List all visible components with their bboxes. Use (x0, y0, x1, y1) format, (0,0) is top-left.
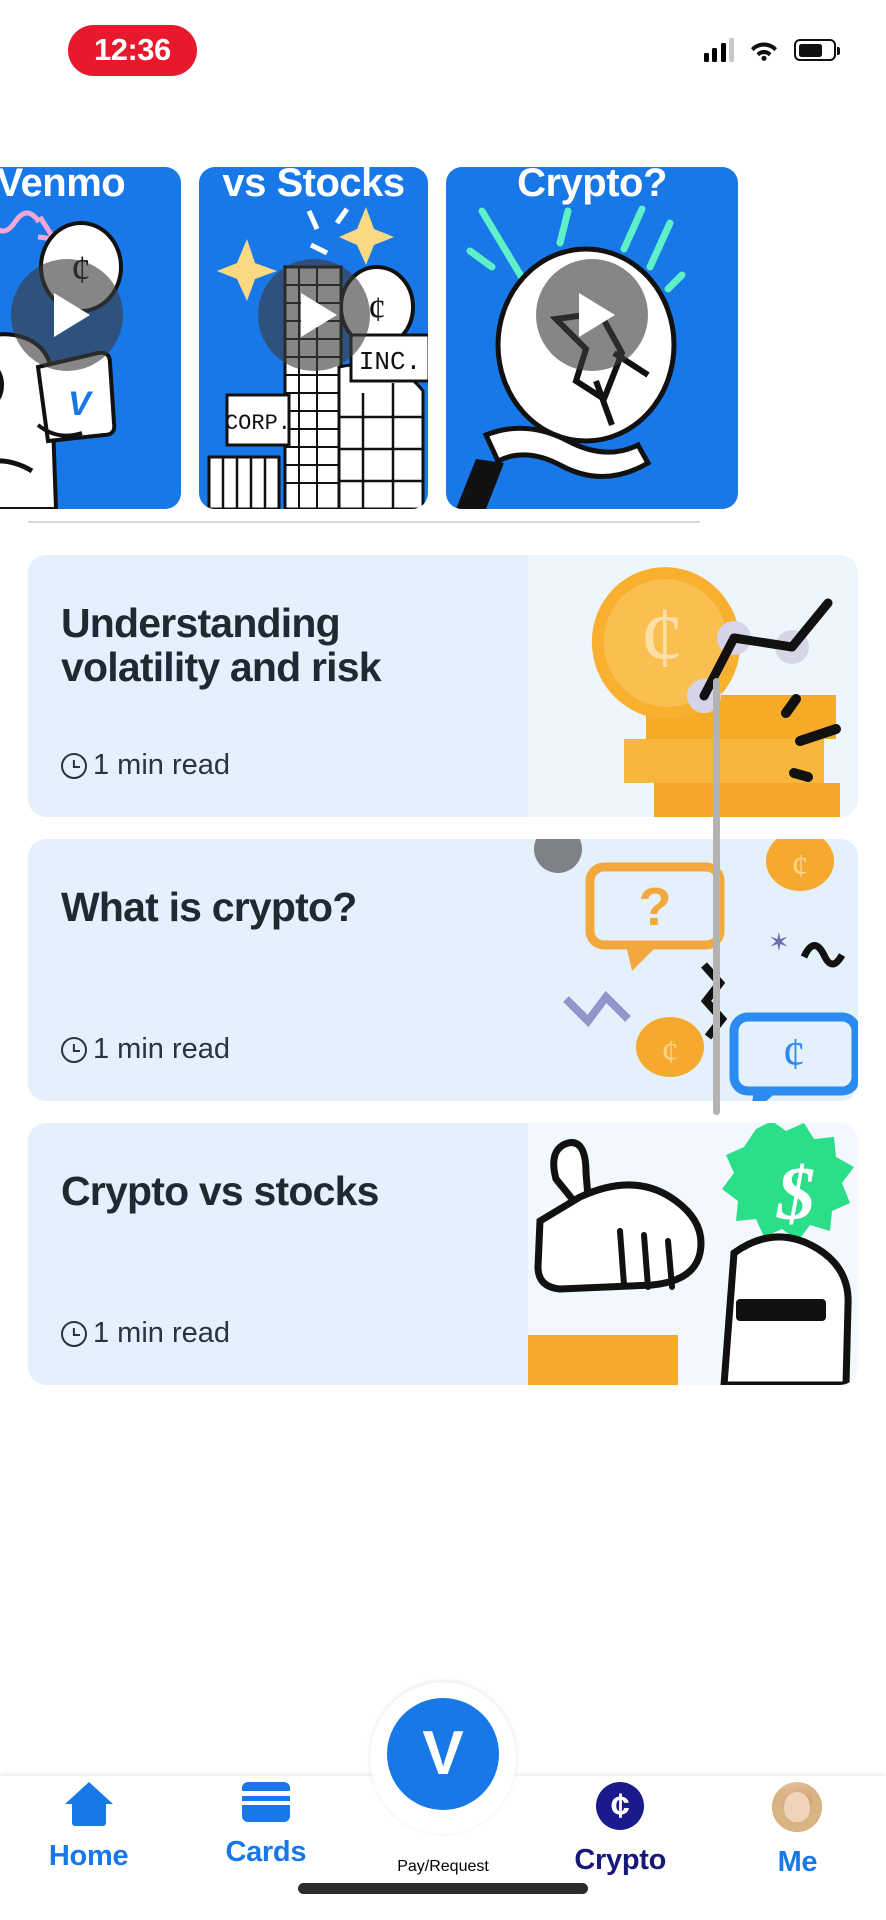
article-art-crypto-vs-stocks: $ (528, 1123, 858, 1385)
svg-text:¢: ¢ (640, 590, 684, 687)
article-list: ¢ Understanding volatility and risk 1 mi… (0, 555, 886, 1407)
article-read-time: 1 min read (93, 1033, 231, 1065)
battery-icon (794, 39, 840, 61)
article-title: What is crypto? (61, 884, 357, 930)
tab-me[interactable]: Me (709, 1782, 886, 1879)
article-art-volatility: ¢ (528, 555, 858, 817)
play-icon[interactable] (10, 259, 123, 371)
svg-text:¢: ¢ (368, 289, 386, 329)
card-icon (241, 1782, 290, 1822)
article-read-time: 1 min read (93, 1317, 231, 1349)
play-icon[interactable] (536, 259, 648, 371)
article-art-whatis-crypto: ? ¢ ✶ ¢ ¢ (528, 839, 858, 1101)
article-card[interactable]: $ Crypto vs stocks 1 min read (28, 1123, 858, 1385)
clock-icon (61, 752, 87, 779)
video-card-title: vs Stocks (222, 167, 405, 205)
status-icons (703, 38, 840, 62)
section-divider (28, 521, 700, 523)
article-meta: 1 min read (61, 749, 230, 782)
play-icon[interactable] (257, 259, 370, 371)
svg-text:¢: ¢ (783, 1028, 806, 1079)
tab-list: Home Cards Pay/Request ¢ Crypto Me (0, 1776, 886, 1920)
cellular-signal-icon (703, 38, 734, 62)
article-title: Crypto vs stocks (61, 1168, 379, 1214)
vertical-scrollbar[interactable] (713, 678, 720, 1115)
video-card[interactable]: ¢ V n Venmo (0, 167, 181, 509)
tab-home[interactable]: Home (0, 1782, 177, 1873)
tab-label: Pay/Request (397, 1858, 489, 1875)
article-card[interactable]: ¢ Understanding volatility and risk 1 mi… (28, 555, 858, 817)
article-card[interactable]: ? ¢ ✶ ¢ ¢ What is crypto? 1 min read (28, 839, 858, 1101)
clock-icon (61, 1320, 87, 1347)
tab-pay-request[interactable]: Pay/Request (354, 1782, 531, 1920)
tab-cards[interactable]: Cards (177, 1782, 354, 1869)
svg-text:✶: ✶ (768, 927, 790, 957)
avatar (772, 1782, 823, 1832)
bottom-tab-bar: V Home Cards Pay/Request ¢ Crypto Me (0, 1378, 886, 1920)
home-icon (64, 1782, 113, 1826)
svg-text:CORP.: CORP. (225, 411, 291, 436)
svg-text:V: V (68, 385, 94, 423)
svg-text:$: $ (776, 1152, 815, 1236)
tab-label: Me (777, 1846, 818, 1878)
article-meta: 1 min read (61, 1033, 230, 1066)
svg-text:¢: ¢ (792, 848, 809, 885)
tab-label: Crypto (574, 1844, 667, 1876)
tab-label: Cards (225, 1836, 307, 1868)
svg-text:¢: ¢ (662, 1034, 679, 1071)
video-card[interactable]: Crypto? (446, 167, 738, 509)
video-carousel[interactable]: ¢ V n Venmo ¢ CORP. (0, 167, 886, 509)
tab-label: Home (48, 1840, 129, 1872)
article-title: Understanding volatility and risk (61, 600, 382, 691)
wifi-icon (749, 38, 779, 62)
article-read-time: 1 min read (93, 749, 231, 781)
crypto-coin-icon: ¢ (596, 1782, 645, 1830)
status-bar: 12:36 (0, 0, 886, 100)
video-card-title: Crypto? (517, 167, 667, 205)
svg-text:INC.: INC. (359, 347, 421, 377)
article-meta: 1 min read (61, 1317, 230, 1350)
tab-crypto[interactable]: ¢ Crypto (532, 1782, 709, 1877)
clock-icon (61, 1036, 87, 1063)
video-card[interactable]: ¢ CORP. INC. vs Stocks (199, 167, 428, 509)
status-time-recording-pill: 12:36 (68, 24, 197, 76)
video-card-title: n Venmo (0, 167, 126, 205)
svg-text:?: ? (639, 877, 672, 937)
